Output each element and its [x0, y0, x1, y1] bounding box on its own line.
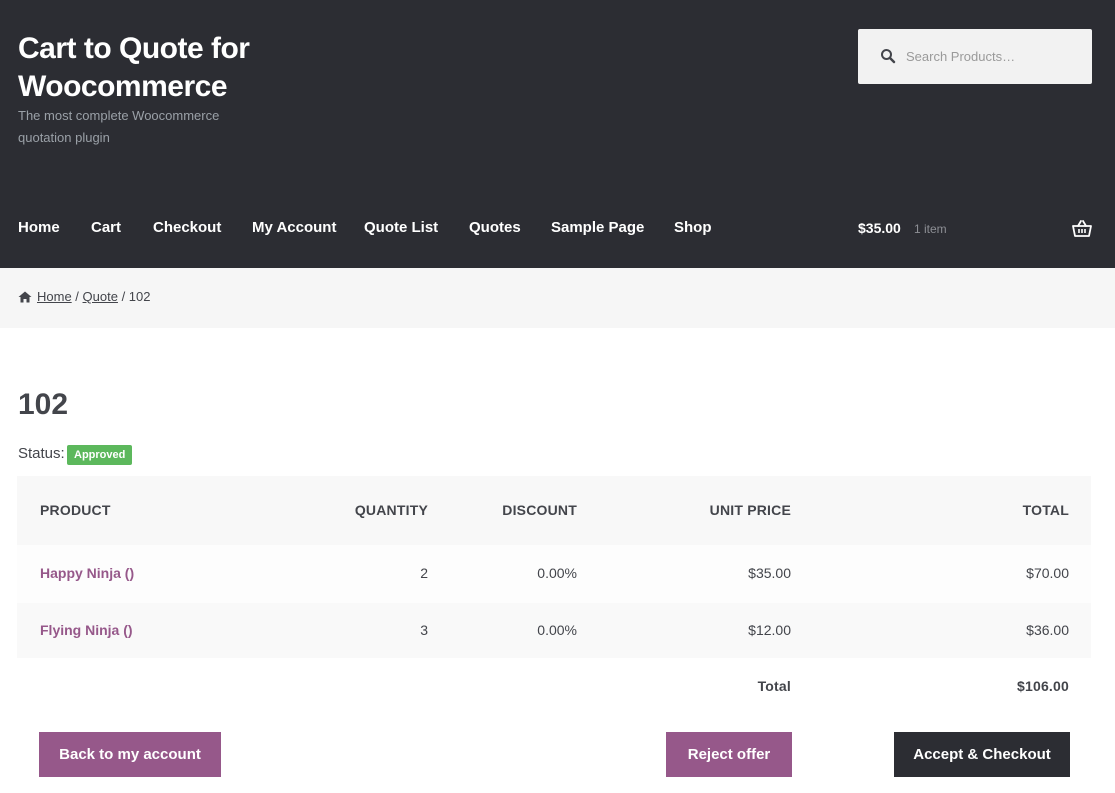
table-header: PRODUCT QUANTITY DISCOUNT UNIT PRICE TOT…: [17, 476, 1091, 545]
header-unit-price: UNIT PRICE: [709, 502, 791, 518]
nav-item-cart[interactable]: Cart: [91, 219, 121, 236]
row-discount: 0.00%: [537, 622, 577, 638]
product-link[interactable]: Flying Ninja (): [40, 622, 133, 638]
header-quantity: QUANTITY: [354, 502, 428, 518]
total-value: $106.00: [1016, 678, 1069, 694]
site-header: Cart to Quote for Woocommerce The most c…: [0, 0, 1115, 190]
page-title: 102: [18, 388, 69, 421]
cart-count[interactable]: 1 item: [914, 222, 947, 236]
row-unit-price: $12.00: [748, 622, 791, 638]
row-discount: 0.00%: [537, 565, 577, 581]
breadcrumb: Home / Quote / 102: [0, 268, 1115, 328]
nav-item-quote-list[interactable]: Quote List: [364, 219, 438, 236]
status-label: Status:: [18, 445, 65, 462]
cart-amount[interactable]: $35.00: [858, 220, 901, 236]
header-total: TOTAL: [1022, 502, 1069, 518]
breadcrumb-current: 102: [128, 289, 151, 304]
row-quantity: 2: [420, 565, 428, 581]
primary-navigation: Home Cart Checkout My Account Quote List…: [0, 190, 1115, 268]
header-product: PRODUCT: [40, 502, 111, 518]
breadcrumb-quote-link[interactable]: Quote: [83, 289, 118, 304]
table-row: Flying Ninja () 3 0.00% $12.00 $36.00: [17, 603, 1091, 658]
breadcrumb-separator: /: [117, 289, 129, 304]
row-quantity: 3: [420, 622, 428, 638]
table-row: Happy Ninja () 2 0.00% $35.00 $70.00: [17, 545, 1091, 603]
breadcrumb-separator: /: [71, 289, 83, 304]
nav-item-sample-page[interactable]: Sample Page: [551, 219, 644, 236]
row-unit-price: $35.00: [748, 565, 791, 581]
breadcrumb-trail: Home / Quote / 102: [37, 289, 151, 304]
nav-item-shop[interactable]: Shop: [674, 219, 712, 236]
product-link[interactable]: Happy Ninja (): [40, 565, 134, 581]
nav-item-quotes[interactable]: Quotes: [469, 219, 521, 236]
row-total: $36.00: [1026, 622, 1069, 638]
back-to-account-button[interactable]: Back to my account: [39, 732, 221, 777]
search-input[interactable]: [906, 43, 1082, 69]
reject-offer-button[interactable]: Reject offer: [666, 732, 792, 777]
nav-item-my-account[interactable]: My Account: [252, 219, 336, 236]
basket-icon[interactable]: [1072, 220, 1092, 238]
accept-checkout-button[interactable]: Accept & Checkout: [894, 732, 1070, 777]
nav-item-checkout[interactable]: Checkout: [153, 219, 221, 236]
site-description: The most complete Woocommerce quotation …: [18, 108, 220, 145]
breadcrumb-home-link[interactable]: Home: [37, 289, 72, 304]
row-total: $70.00: [1026, 565, 1069, 581]
search-box[interactable]: [858, 29, 1092, 84]
table-footer: Total $106.00: [17, 658, 1091, 716]
home-icon: [18, 291, 32, 303]
search-icon: [881, 49, 896, 64]
nav-item-home[interactable]: Home: [18, 219, 60, 236]
site-title[interactable]: Cart to Quote for Woocommerce: [18, 30, 318, 106]
header-discount: DISCOUNT: [502, 502, 577, 518]
total-label: Total: [757, 678, 791, 694]
status-badge: Approved: [67, 445, 133, 465]
